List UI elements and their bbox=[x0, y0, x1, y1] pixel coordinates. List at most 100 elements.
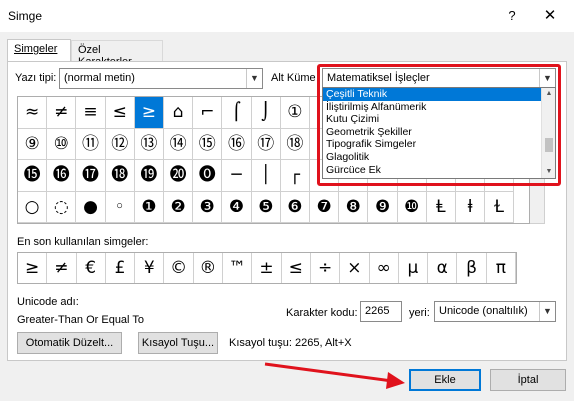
recent-symbol[interactable]: π bbox=[487, 253, 516, 283]
help-button[interactable]: ? bbox=[500, 4, 524, 28]
symbol-cell[interactable]: ≤ bbox=[105, 97, 135, 129]
symbol-cell[interactable]: ⓱ bbox=[76, 160, 106, 192]
symbol-cell[interactable]: ⌂ bbox=[164, 97, 194, 129]
symbol-cell[interactable]: ⓯ bbox=[18, 160, 48, 192]
symbol-cell[interactable]: ┌ bbox=[280, 160, 310, 192]
recent-symbol[interactable]: ± bbox=[252, 253, 282, 283]
recent-symbol[interactable]: β bbox=[457, 253, 487, 283]
subset-value: Matematiksel İşleçler bbox=[327, 72, 430, 84]
recent-symbol[interactable]: α bbox=[428, 253, 458, 283]
symbol-cell[interactable]: ❸ bbox=[193, 191, 223, 223]
recent-symbol[interactable]: ∞ bbox=[370, 253, 399, 283]
symbol-cell[interactable]: ⓰ bbox=[47, 160, 77, 192]
tab-symbols[interactable]: Simgeler bbox=[7, 39, 71, 62]
subset-option[interactable]: Çeşitli Teknik bbox=[323, 88, 555, 101]
symbol-cell[interactable]: ─ bbox=[222, 160, 252, 192]
symbol-cell[interactable]: ≡ bbox=[76, 97, 106, 129]
shortcut-key-button[interactable]: Kısayol Tuşu... bbox=[138, 332, 218, 354]
symbol-cell[interactable]: ⓴ bbox=[164, 160, 194, 192]
symbol-cell[interactable]: ◌ bbox=[47, 191, 77, 223]
symbol-cell[interactable]: ❹ bbox=[222, 191, 252, 223]
unicode-name-label: Unicode adı: bbox=[17, 296, 79, 308]
symbol-cell[interactable]: ⑬ bbox=[134, 128, 164, 160]
symbol-cell[interactable]: ⑩ bbox=[47, 128, 77, 160]
chevron-down-icon: ▼ bbox=[246, 69, 262, 88]
cancel-button[interactable]: İptal bbox=[490, 369, 566, 391]
symbol-cell[interactable]: ⑯ bbox=[222, 128, 252, 160]
autocorrect-button[interactable]: Otomatik Düzelt... bbox=[17, 332, 122, 354]
recent-symbol[interactable]: ® bbox=[194, 253, 224, 283]
from-value: Unicode (onaltılık) bbox=[439, 305, 528, 317]
char-code-value: 2265 bbox=[365, 305, 390, 317]
recent-symbol[interactable]: ≤ bbox=[282, 253, 311, 283]
symbol-cell[interactable]: ❼ bbox=[310, 191, 340, 223]
symbol-cell[interactable]: ⓳ bbox=[134, 160, 164, 192]
symbol-cell[interactable]: ⌠ bbox=[222, 97, 252, 129]
recent-symbol[interactable]: µ bbox=[399, 253, 429, 283]
symbol-cell[interactable]: ≥ bbox=[134, 97, 164, 129]
recent-symbol[interactable]: ≠ bbox=[47, 253, 77, 283]
symbol-cell[interactable]: ● bbox=[76, 191, 106, 223]
symbol-cell[interactable]: ⑪ bbox=[76, 128, 106, 160]
insert-button[interactable]: Ekle bbox=[409, 369, 481, 391]
symbol-cell[interactable]: ⑫ bbox=[105, 128, 135, 160]
dropdown-scrollbar[interactable]: ▲ ▼ bbox=[541, 88, 555, 178]
symbol-cell[interactable]: ❷ bbox=[164, 191, 194, 223]
font-select[interactable]: (normal metin) ▼ bbox=[59, 68, 263, 89]
symbol-cell[interactable]: ❻ bbox=[280, 191, 310, 223]
symbol-cell[interactable]: ⌐ bbox=[193, 97, 223, 129]
recent-symbol[interactable]: × bbox=[340, 253, 370, 283]
symbol-cell[interactable]: ⑭ bbox=[164, 128, 194, 160]
symbol-cell[interactable]: ⑰ bbox=[251, 128, 281, 160]
symbol-cell[interactable]: ◦ bbox=[105, 191, 135, 223]
symbol-cell[interactable]: ⑮ bbox=[193, 128, 223, 160]
symbol-cell[interactable]: ❿ bbox=[397, 191, 427, 223]
subset-option[interactable]: Geometrik Şekiller bbox=[323, 126, 555, 139]
symbol-cell[interactable]: ❽ bbox=[339, 191, 369, 223]
recent-symbol[interactable]: £ bbox=[106, 253, 136, 283]
recent-symbol[interactable]: € bbox=[77, 253, 106, 283]
recent-symbol[interactable]: ¥ bbox=[135, 253, 165, 283]
recent-symbols: ≥ ≠ € £ ¥ © ® ™ ± ≤ ÷ × ∞ µ α β π bbox=[17, 252, 517, 284]
symbol-cell[interactable]: ❶ bbox=[134, 191, 164, 223]
symbol-cell[interactable]: Ɫ bbox=[485, 191, 515, 223]
recent-symbol[interactable]: ÷ bbox=[311, 253, 341, 283]
symbol-cell[interactable]: ≠ bbox=[47, 97, 77, 129]
subset-dropdown-list: Çeşitli Teknik İliştirilmiş Alfanümerik Ku… bbox=[322, 87, 556, 179]
tab-special-characters[interactable]: Özel Karakterler bbox=[71, 40, 163, 68]
subset-select[interactable]: Matematiksel İşleçler ▼ bbox=[322, 68, 556, 89]
cancel-label: İptal bbox=[517, 374, 539, 386]
symbol-cell[interactable]: Ⱡ bbox=[426, 191, 456, 223]
symbol-cell[interactable]: ⑱ bbox=[280, 128, 310, 160]
symbol-cell[interactable]: ⓲ bbox=[105, 160, 135, 192]
scroll-down-icon[interactable]: ▼ bbox=[542, 166, 555, 178]
symbol-cell[interactable]: ⱡ bbox=[456, 191, 486, 223]
from-select[interactable]: Unicode (onaltılık) ▼ bbox=[434, 301, 556, 322]
subset-option[interactable]: İliştirilmiş Alfanümerik bbox=[323, 101, 555, 114]
window-title: Simge bbox=[8, 9, 43, 23]
symbol-cell[interactable]: ⑨ bbox=[18, 128, 48, 160]
close-button[interactable]: ✕ bbox=[536, 4, 564, 28]
symbol-cell[interactable]: ≈ bbox=[18, 97, 48, 129]
scroll-thumb[interactable] bbox=[545, 138, 553, 152]
font-label: Yazı tipi: bbox=[15, 72, 57, 84]
subset-option[interactable]: Tipografik Simgeler bbox=[323, 138, 555, 151]
scroll-up-icon[interactable]: ▲ bbox=[542, 88, 555, 100]
char-code-input[interactable]: 2265 bbox=[360, 301, 402, 322]
recent-symbol[interactable]: ≥ bbox=[18, 253, 48, 283]
symbol-cell[interactable]: ❾ bbox=[368, 191, 398, 223]
symbol-cell[interactable]: ❺ bbox=[251, 191, 281, 223]
symbol-cell[interactable]: ⌡ bbox=[251, 97, 281, 129]
recent-label: En son kullanılan simgeler: bbox=[17, 236, 149, 248]
subset-option[interactable]: Gürcüce Ek bbox=[323, 164, 555, 177]
recent-symbol[interactable]: ™ bbox=[223, 253, 253, 283]
insert-label: Ekle bbox=[434, 374, 456, 386]
symbol-cell[interactable]: ⓿ bbox=[193, 160, 223, 192]
symbol-cell[interactable]: ① bbox=[280, 97, 310, 129]
subset-option[interactable]: Glagolitik bbox=[323, 151, 555, 164]
subset-option[interactable]: Kutu Çizimi bbox=[323, 113, 555, 126]
symbol-cell[interactable]: │ bbox=[251, 160, 281, 192]
chevron-down-icon[interactable]: ▼ bbox=[539, 69, 555, 88]
symbol-cell[interactable]: ○ bbox=[18, 191, 48, 223]
recent-symbol[interactable]: © bbox=[164, 253, 194, 283]
